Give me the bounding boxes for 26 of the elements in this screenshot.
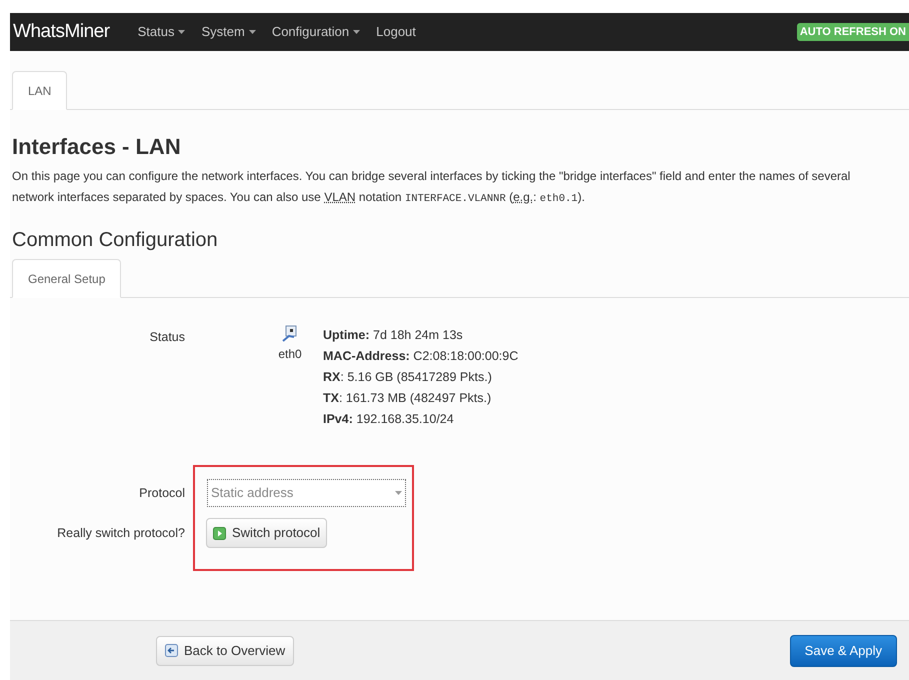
tab[interactable]: LAN (12, 71, 68, 110)
caret-icon (395, 491, 402, 495)
back-button[interactable]: Back to Overview (156, 636, 294, 666)
back-arrow-icon (165, 644, 178, 657)
status-line: TX: 161.73 MB (482497 Pkts.) (323, 390, 492, 407)
status-line: MAC-Address: C2:08:18:00:00:9C (323, 348, 518, 365)
status-line: Uptime: 7d 18h 24m 13s (323, 327, 464, 344)
tab[interactable]: General Setup (12, 259, 122, 298)
nav-menu[interactable]: Status (138, 22, 186, 42)
field-label: Really switch protocol? (56, 524, 185, 542)
play-icon (213, 526, 226, 540)
field-label: Protocol (138, 484, 185, 502)
nav-menu[interactable]: Configuration (272, 22, 360, 42)
save-apply-button[interactable]: Save & Apply (790, 634, 897, 666)
protocol-select[interactable]: Static address (207, 479, 406, 507)
nav-menu[interactable]: Logout (376, 22, 416, 42)
field-label: Status (148, 329, 185, 346)
switch-protocol-button[interactable]: Switch protocol (206, 518, 328, 548)
network-port-icon (282, 325, 298, 342)
brand-logo[interactable]: WhatsMiner (13, 18, 110, 46)
status-line: IPv4: 192.168.35.10/24 (323, 411, 455, 428)
section-title: Common Configuration (12, 230, 219, 250)
nav-menu[interactable]: System (201, 22, 256, 42)
status-line: RX: 5.16 GB (85417289 Pkts.) (323, 369, 493, 386)
device-name: eth0 (278, 346, 302, 363)
page-heading: Interfaces - LAN (12, 136, 182, 158)
